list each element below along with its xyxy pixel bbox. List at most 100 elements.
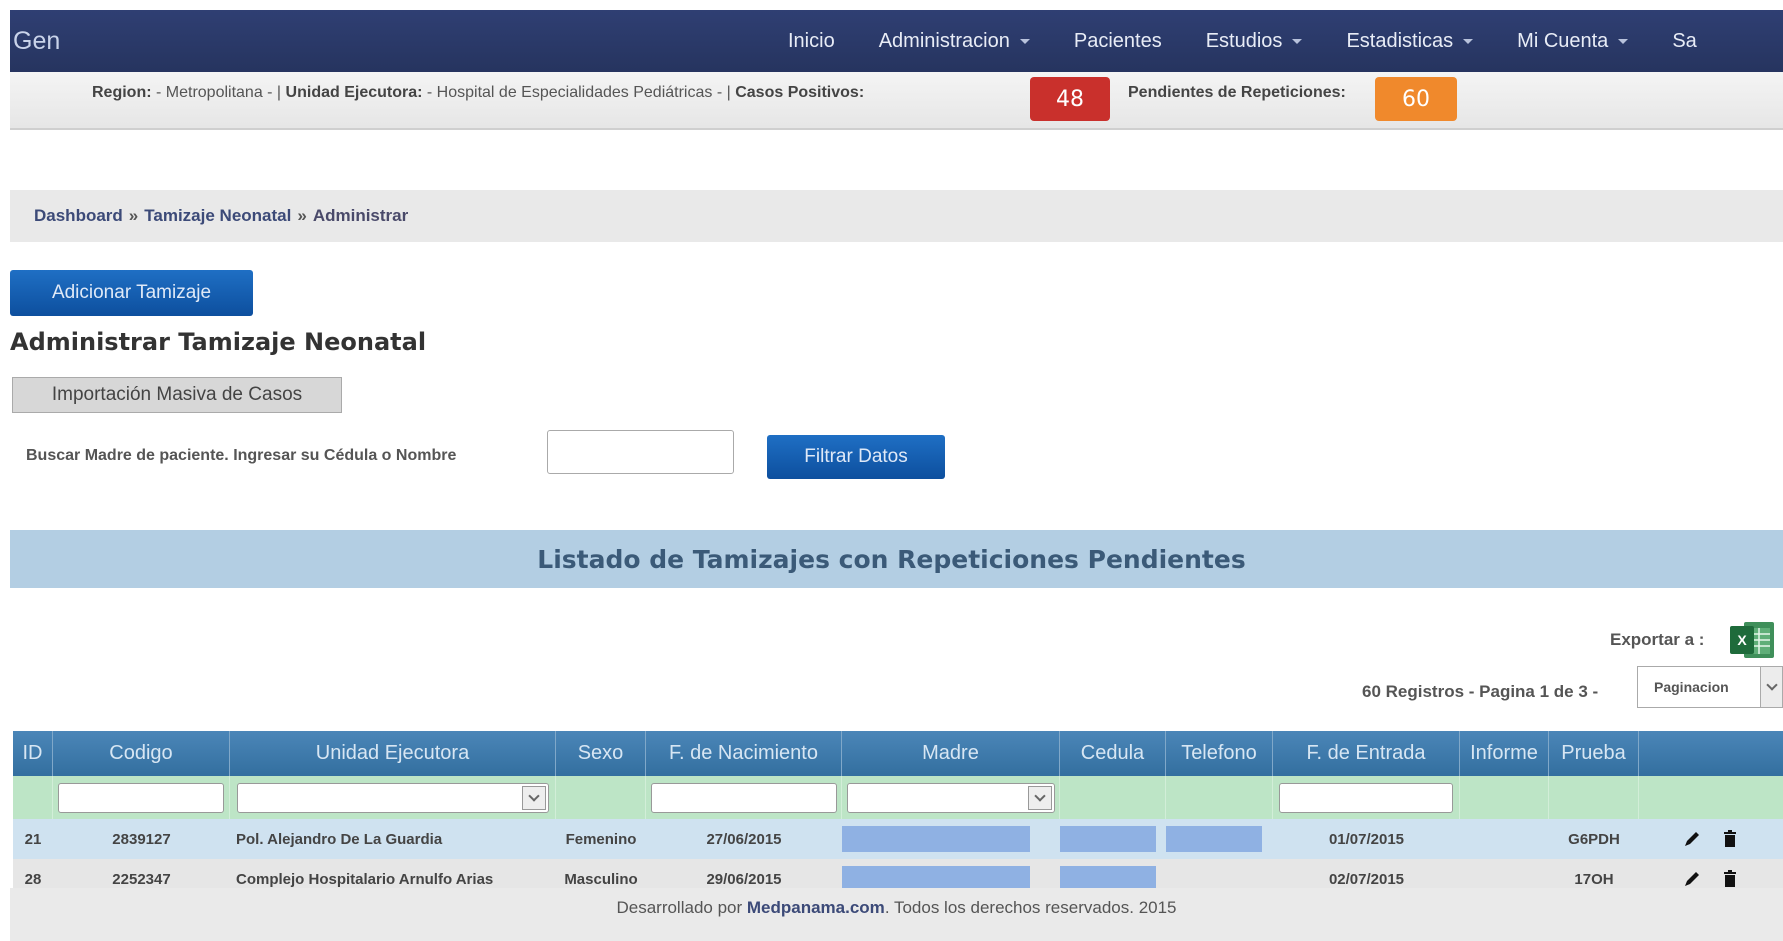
filter-cell bbox=[1166, 776, 1273, 819]
chevron-down-icon bbox=[1027, 785, 1052, 810]
nav-item-label: Administracion bbox=[878, 29, 1010, 52]
filter-unidad-select[interactable] bbox=[236, 782, 549, 813]
context-info-text: Region: - Metropolitana - | Unidad Ejecu… bbox=[92, 84, 864, 102]
filter-madre-select[interactable] bbox=[846, 782, 1055, 813]
mass-import-button[interactable]: Importación Masiva de Casos bbox=[12, 377, 342, 413]
column-header-nacimiento[interactable]: F. de Nacimiento bbox=[646, 731, 842, 776]
column-header-entrada[interactable]: F. de Entrada bbox=[1273, 731, 1460, 776]
add-tamizaje-button[interactable]: Adicionar Tamizaje bbox=[10, 270, 253, 316]
nav-item-inicio[interactable]: Inicio bbox=[788, 30, 835, 53]
search-label: Buscar Madre de paciente. Ingresar su Cé… bbox=[26, 447, 457, 464]
footer-prefix: Desarrollado por bbox=[616, 898, 747, 917]
cell-actions bbox=[1639, 819, 1783, 859]
positive-cases-badge[interactable]: 48 bbox=[1030, 77, 1110, 121]
positivos-label: Casos Positivos: bbox=[735, 84, 865, 101]
cell-codigo: 2839127 bbox=[112, 830, 171, 848]
chevron-down-icon bbox=[1618, 38, 1629, 44]
edit-pencil-icon[interactable] bbox=[1682, 829, 1702, 849]
filter-cell bbox=[556, 776, 646, 819]
unidad-value: - Hospital de Especialidades Pediátricas… bbox=[422, 84, 731, 101]
list-section-header: Listado de Tamizajes con Repeticiones Pe… bbox=[10, 530, 1783, 588]
nav-item-label: Inicio bbox=[788, 29, 835, 52]
filter-cell bbox=[1273, 776, 1460, 819]
pagination-select[interactable]: Paginacion bbox=[1637, 666, 1783, 708]
brand-logo[interactable]: Gen bbox=[13, 27, 60, 56]
column-header-codigo[interactable]: Codigo bbox=[53, 731, 230, 776]
pagination-select-value: Paginacion bbox=[1654, 679, 1729, 695]
nav-item-estudios[interactable]: Estudios bbox=[1206, 30, 1303, 53]
filter-nacimiento-input[interactable] bbox=[650, 782, 837, 813]
pending-repetitions-badge[interactable]: 60 bbox=[1375, 77, 1457, 121]
filter-codigo-input[interactable] bbox=[58, 782, 224, 813]
chevron-down-icon bbox=[521, 785, 546, 810]
column-header-prueba[interactable]: Prueba bbox=[1549, 731, 1639, 776]
table-row[interactable]: 21 2839127 Pol. Alejandro De La Guardia … bbox=[13, 819, 1783, 859]
filter-cell bbox=[842, 776, 1060, 819]
filter-cell bbox=[1460, 776, 1549, 819]
svg-text:X: X bbox=[1737, 632, 1747, 648]
export-label: Exportar a : bbox=[1610, 630, 1705, 649]
delete-trash-icon[interactable] bbox=[1720, 829, 1740, 849]
filter-button[interactable]: Filtrar Datos bbox=[767, 435, 945, 479]
page-title: Administrar Tamizaje Neonatal bbox=[10, 328, 427, 356]
filter-cell bbox=[13, 776, 53, 819]
search-input[interactable] bbox=[547, 430, 734, 474]
cell-sexo: Femenino bbox=[565, 830, 637, 848]
nav-item-mi-cuenta[interactable]: Mi Cuenta bbox=[1517, 29, 1629, 53]
redacted-block bbox=[842, 826, 1030, 852]
column-header-sexo[interactable]: Sexo bbox=[556, 731, 646, 776]
nav-item-salir[interactable]: Sa bbox=[1672, 30, 1696, 53]
chevron-down-icon bbox=[1292, 38, 1303, 44]
filter-cell bbox=[1060, 776, 1166, 819]
filter-cell bbox=[53, 776, 230, 819]
cell-telefono bbox=[1166, 819, 1273, 859]
context-info-bar: Region: - Metropolitana - | Unidad Ejecu… bbox=[10, 72, 1783, 130]
chevron-down-icon bbox=[1463, 38, 1474, 44]
nav-item-administracion[interactable]: Administracion bbox=[879, 30, 1030, 53]
cell-nacimiento: 27/06/2015 bbox=[706, 830, 782, 848]
filter-entrada-input[interactable] bbox=[1279, 782, 1453, 813]
column-header-informe[interactable]: Informe bbox=[1460, 731, 1549, 776]
breadcrumb-current: Administrar bbox=[312, 206, 409, 225]
table-filter-row bbox=[13, 776, 1783, 819]
nav-item-pacientes[interactable]: Pacientes bbox=[1074, 30, 1162, 53]
footer-text: Desarrollado por Medpanama.com. Todos lo… bbox=[616, 898, 1176, 941]
column-header-unidad[interactable]: Unidad Ejecutora bbox=[230, 731, 556, 776]
unidad-label: Unidad Ejecutora: bbox=[285, 84, 423, 101]
column-header-cedula[interactable]: Cedula bbox=[1060, 731, 1166, 776]
filter-cell bbox=[230, 776, 556, 819]
pending-repetitions-label: Pendientes de Repeticiones: bbox=[1128, 84, 1346, 101]
delete-trash-icon[interactable] bbox=[1720, 869, 1740, 889]
records-count-label: 60 Registros - Pagina 1 de 3 - bbox=[1362, 682, 1599, 701]
column-header-madre[interactable]: Madre bbox=[842, 731, 1060, 776]
edit-pencil-icon[interactable] bbox=[1682, 869, 1702, 889]
cell-id: 21 bbox=[24, 830, 42, 848]
cell-entrada: 01/07/2015 bbox=[1328, 830, 1405, 848]
breadcrumb-tamizaje[interactable]: Tamizaje Neonatal bbox=[144, 206, 291, 226]
top-navbar: Gen Inicio Administracion Pacientes Estu… bbox=[10, 10, 1783, 72]
nav-item-label: Estudios bbox=[1205, 29, 1283, 52]
filter-cell bbox=[646, 776, 842, 819]
nav-item-estadisticas[interactable]: Estadisticas bbox=[1346, 30, 1474, 53]
nav-item-label: Mi Cuenta bbox=[1517, 29, 1609, 52]
cell-prueba: G6PDH bbox=[1568, 830, 1620, 848]
excel-icon[interactable]: X bbox=[1728, 620, 1776, 660]
nav-item-label: Pacientes bbox=[1073, 29, 1162, 52]
filter-cell bbox=[1639, 776, 1783, 819]
cell-madre bbox=[842, 819, 1060, 859]
cell-cedula bbox=[1060, 819, 1166, 859]
filter-cell bbox=[1549, 776, 1639, 819]
footer-company-link[interactable]: Medpanama.com bbox=[747, 898, 885, 917]
breadcrumb-separator: » bbox=[297, 206, 307, 225]
region-value: - Metropolitana - | bbox=[151, 84, 282, 101]
redacted-block bbox=[1060, 826, 1156, 852]
cell-unidad: Pol. Alejandro De La Guardia bbox=[236, 830, 443, 848]
column-header-id[interactable]: ID bbox=[13, 731, 53, 776]
nav-item-label: Sa bbox=[1672, 29, 1697, 52]
redacted-block bbox=[1166, 826, 1262, 852]
breadcrumb-dashboard[interactable]: Dashboard bbox=[34, 206, 123, 226]
nav-menu: Inicio Administracion Pacientes Estudios… bbox=[788, 10, 1741, 72]
column-header-telefono[interactable]: Telefono bbox=[1166, 731, 1273, 776]
breadcrumb: Dashboard » Tamizaje Neonatal » Administ… bbox=[10, 190, 1783, 242]
breadcrumb-separator: » bbox=[128, 206, 139, 225]
